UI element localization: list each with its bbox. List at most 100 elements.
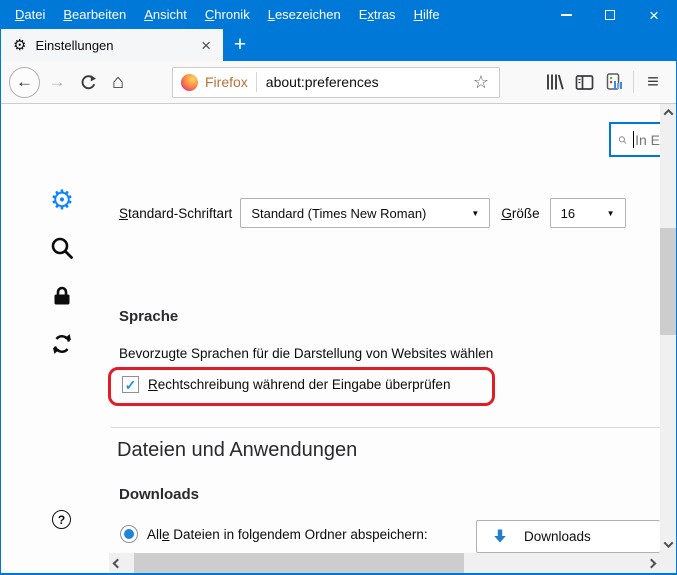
library-icon	[544, 72, 564, 92]
save-to-folder-radio[interactable]	[120, 525, 138, 543]
forward-icon: →	[49, 72, 66, 92]
help-button[interactable]: ?	[52, 510, 71, 529]
window-controls: ×	[544, 1, 676, 29]
default-font-select[interactable]: Standard (Times New Roman) ▼	[240, 198, 490, 228]
category-general[interactable]: ⚙	[47, 185, 77, 215]
hamburger-icon: ≡	[647, 71, 659, 94]
home-button[interactable]: ⌂	[104, 67, 132, 97]
vertical-scrollbar[interactable]	[660, 104, 676, 553]
default-font-value: Standard (Times New Roman)	[251, 206, 426, 221]
tab-close-icon[interactable]: ×	[197, 37, 215, 54]
menu-button[interactable]: ≡	[638, 67, 668, 97]
text-cursor	[633, 131, 634, 148]
download-folder-row: Alle Dateien in folgendem Ordner abspeic…	[120, 525, 428, 543]
downloads-heading: Downloads	[119, 486, 199, 503]
vertical-scrollbar-thumb[interactable]	[660, 228, 676, 335]
url-text[interactable]: about:preferences	[266, 74, 471, 90]
chevron-down-icon: ▼	[607, 209, 615, 218]
horizontal-scrollbar[interactable]	[109, 553, 660, 573]
maximize-button[interactable]	[588, 1, 632, 29]
menu-ansicht[interactable]: Ansicht	[135, 1, 196, 29]
url-separator	[256, 72, 257, 92]
reload-icon	[80, 74, 97, 91]
font-size-value: 16	[561, 206, 575, 221]
tab-einstellungen[interactable]: ⚙ Einstellungen ×	[1, 29, 223, 61]
default-font-label: Standard-Schriftart	[119, 206, 232, 221]
check-icon: ✓	[125, 378, 137, 392]
sidebar-toggle-button[interactable]	[569, 67, 599, 97]
chevron-up-icon	[663, 109, 673, 119]
chevron-right-icon	[647, 558, 657, 568]
radio-dot	[124, 529, 134, 539]
help-icon: ?	[58, 513, 65, 527]
tab-bar: ⚙ Einstellungen × +	[1, 29, 676, 61]
chevron-down-icon: ▼	[471, 209, 479, 218]
default-font-row: Standard-Schriftart Standard (Times New …	[119, 198, 626, 228]
save-to-folder-label[interactable]: Alle Dateien in folgendem Ordner abspeic…	[147, 527, 428, 542]
download-icon	[490, 527, 510, 547]
sidebar-toggle-icon	[575, 73, 594, 92]
scroll-left-button[interactable]	[109, 553, 126, 573]
bookmark-star-icon[interactable]: ☆	[471, 72, 491, 93]
section-divider	[111, 427, 660, 428]
spellcheck-row: ✓ Rechtschreibung während der Eingabe üb…	[122, 376, 450, 393]
download-folder-value: Downloads	[524, 529, 591, 544]
menu-lesezeichen[interactable]: Lesezeichen	[259, 1, 350, 29]
scroll-right-button[interactable]	[643, 553, 660, 573]
font-size-label: Größe	[501, 206, 539, 221]
chevron-down-icon	[663, 538, 673, 548]
font-size-select[interactable]: 16 ▼	[550, 198, 626, 228]
menu-bar: Datei Bearbeiten Ansicht Chronik Lesezei…	[1, 1, 676, 29]
horizontal-scrollbar-thumb[interactable]	[134, 553, 464, 573]
minimize-button[interactable]	[544, 1, 588, 29]
chevron-left-icon	[113, 558, 123, 568]
home-icon: ⌂	[112, 71, 124, 94]
download-folder-field[interactable]: Downloads	[476, 520, 660, 553]
category-privacy-security[interactable]	[47, 281, 77, 311]
lock-icon	[50, 284, 74, 308]
new-tab-button[interactable]: +	[223, 29, 257, 61]
menu-bearbeiten[interactable]: Bearbeiten	[54, 1, 135, 29]
search-icon	[618, 133, 627, 147]
extension-icon	[604, 72, 624, 92]
files-applications-heading: Dateien und Anwendungen	[117, 439, 357, 462]
url-bar[interactable]: Firefox about:preferences ☆	[172, 67, 500, 98]
gear-icon: ⚙	[50, 187, 74, 214]
preferences-search-input[interactable]: In E	[609, 122, 660, 157]
back-button[interactable]: ←	[9, 67, 40, 98]
url-brand-label: Firefox	[205, 74, 248, 90]
spellcheck-label[interactable]: Rechtschreibung während der Eingabe über…	[148, 377, 450, 392]
language-description: Bevorzugte Sprachen für die Darstellung …	[119, 346, 493, 361]
extension-button[interactable]	[599, 67, 629, 97]
scroll-down-button[interactable]	[660, 536, 676, 553]
search-placeholder: In E	[635, 132, 660, 148]
menu-chronik[interactable]: Chronik	[196, 1, 259, 29]
scroll-up-button[interactable]	[660, 104, 676, 121]
close-icon: ×	[649, 7, 659, 24]
toolbar-icon-cluster: ≡	[539, 67, 668, 97]
scrollbar-corner	[660, 553, 676, 573]
menu-hilfe[interactable]: Hilfe	[405, 1, 449, 29]
firefox-window: Datei Bearbeiten Ansicht Chronik Lesezei…	[0, 0, 677, 575]
reload-button[interactable]	[74, 67, 102, 97]
menu-extras[interactable]: Extras	[350, 1, 405, 29]
category-sync[interactable]	[47, 329, 77, 359]
toolbar-separator	[633, 71, 634, 93]
sync-icon	[50, 332, 74, 356]
firefox-logo-icon	[181, 74, 198, 91]
forward-button[interactable]: →	[44, 67, 70, 97]
navigation-toolbar: ← → ⌂ Firefox about:preferences ☆ ≡	[1, 61, 676, 104]
menu-datei[interactable]: Datei	[6, 1, 54, 29]
close-button[interactable]: ×	[632, 1, 676, 29]
spellcheck-checkbox[interactable]: ✓	[122, 376, 139, 393]
category-search[interactable]	[47, 233, 77, 263]
gear-icon: ⚙	[13, 38, 26, 53]
language-heading: Sprache	[119, 308, 178, 325]
search-icon	[49, 235, 75, 261]
tab-title: Einstellungen	[35, 38, 197, 53]
maximize-icon	[605, 10, 615, 20]
library-button[interactable]	[539, 67, 569, 97]
minimize-icon	[561, 14, 572, 16]
back-icon: ←	[16, 72, 33, 92]
preferences-page: ⚙ ? In E Standard-Schriftart Standard (T…	[1, 104, 676, 573]
